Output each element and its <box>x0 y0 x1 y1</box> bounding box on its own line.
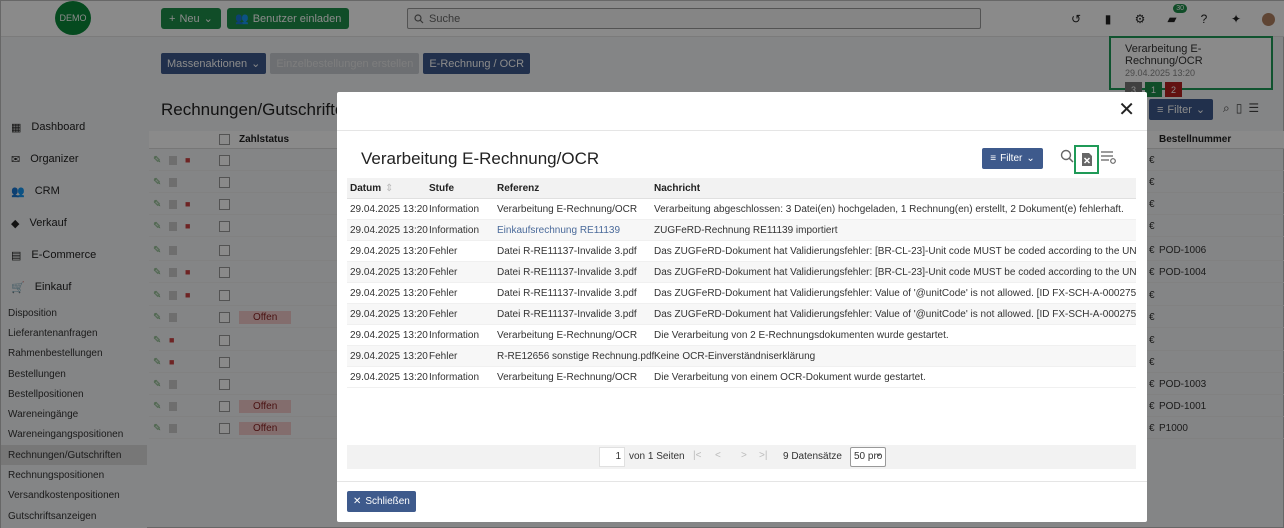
table-row[interactable]: 29.04.2025 13:20 Fehler R-RE12656 sonsti… <box>347 346 1136 367</box>
cell-referenz: R-RE12656 sonstige Rechnung.pdf <box>497 351 655 362</box>
table-row[interactable]: 29.04.2025 13:20 Fehler Datei R-RE11137-… <box>347 304 1136 325</box>
cell-stufe: Information <box>429 204 480 215</box>
log-table-header: Datum ⇕ Stufe Referenz Nachricht <box>347 178 1136 199</box>
cell-nachricht: Verarbeitung abgeschlossen: 3 Datei(en) … <box>654 204 1124 215</box>
table-row[interactable]: 29.04.2025 13:20 Information Einkaufsrec… <box>347 220 1136 241</box>
cell-referenz: Datei R-RE11137-Invalide 3.pdf <box>497 267 637 278</box>
column-nachricht[interactable]: Nachricht <box>654 183 700 194</box>
column-datum[interactable]: Datum <box>350 183 381 194</box>
cell-nachricht: Die Verarbeitung von 2 E-Rechnungsdokume… <box>654 330 949 341</box>
sort-icon[interactable]: ⇕ <box>385 183 393 194</box>
close-button-label: Schließen <box>365 496 410 507</box>
cell-nachricht: Das ZUGFeRD-Dokument hat Validierungsfeh… <box>654 246 1136 257</box>
prev-page-icon[interactable]: < <box>715 450 721 461</box>
table-row[interactable]: 29.04.2025 13:20 Information Verarbeitun… <box>347 367 1136 388</box>
log-table: Datum ⇕ Stufe Referenz Nachricht 29.04.2… <box>347 178 1136 470</box>
search-icon[interactable] <box>1060 149 1074 166</box>
chevron-down-icon: ⌄ <box>1026 153 1035 164</box>
cell-stufe: Fehler <box>429 288 458 299</box>
cell-stufe: Fehler <box>429 246 458 257</box>
cell-referenz: Verarbeitung E-Rechnung/OCR <box>497 372 638 383</box>
cell-datum: 29.04.2025 13:20 <box>350 288 428 299</box>
close-button[interactable]: ✕ Schließen <box>347 491 416 512</box>
dialog-filter-label: Filter <box>1000 153 1023 164</box>
table-row[interactable]: 29.04.2025 13:20 Information Verarbeitun… <box>347 199 1136 220</box>
cell-datum: 29.04.2025 13:20 <box>350 309 428 320</box>
cell-referenz: Verarbeitung E-Rechnung/OCR <box>497 204 638 215</box>
last-page-icon[interactable]: >| <box>759 450 767 461</box>
cell-nachricht: Das ZUGFeRD-Dokument hat Validierungsfeh… <box>654 288 1136 299</box>
cell-stufe: Information <box>429 330 480 341</box>
column-stufe[interactable]: Stufe <box>429 183 454 194</box>
invoice-link[interactable]: Einkaufsrechnung RE11139 <box>497 225 620 236</box>
close-icon[interactable]: ✕ <box>1118 100 1135 120</box>
cell-nachricht: Das ZUGFeRD-Dokument hat Validierungsfeh… <box>654 309 1136 320</box>
first-page-icon[interactable]: |< <box>693 450 701 461</box>
divider <box>337 481 1147 482</box>
filter-icon: ≡ <box>990 153 997 164</box>
cell-datum: 29.04.2025 13:20 <box>350 330 428 341</box>
next-page-icon[interactable]: > <box>741 450 747 461</box>
excel-export-icon[interactable] <box>1074 145 1099 174</box>
cell-datum: 29.04.2025 13:20 <box>350 204 428 215</box>
cell-datum: 29.04.2025 13:20 <box>350 372 428 383</box>
cell-stufe: Information <box>429 225 480 236</box>
cell-referenz: Datei R-RE11137-Invalide 3.pdf <box>497 309 637 320</box>
close-icon: ✕ <box>353 496 362 507</box>
cell-stufe: Fehler <box>429 351 458 362</box>
table-row[interactable]: 29.04.2025 13:20 Fehler Datei R-RE11137-… <box>347 241 1136 262</box>
dialog-title: Verarbeitung E-Rechnung/OCR <box>361 149 600 168</box>
divider <box>337 130 1147 131</box>
table-row[interactable]: 29.04.2025 13:20 Fehler Datei R-RE11137-… <box>347 262 1136 283</box>
cell-nachricht: ZUGFeRD-Rechnung RE11139 importiert <box>654 225 838 236</box>
cell-nachricht: Keine OCR-Einverständniserklärung <box>654 351 816 362</box>
column-referenz[interactable]: Referenz <box>497 183 539 194</box>
pagination-bar: 1 von 1 Seiten |< < > >| 9 Datensätze 50… <box>347 445 1136 469</box>
table-row[interactable]: 29.04.2025 13:20 Information Verarbeitun… <box>347 325 1136 346</box>
cell-nachricht: Die Verarbeitung von einem OCR-Dokument … <box>654 372 926 383</box>
cell-datum: 29.04.2025 13:20 <box>350 225 428 236</box>
cell-datum: 29.04.2025 13:20 <box>350 267 428 278</box>
cell-stufe: Fehler <box>429 309 458 320</box>
record-count: 9 Datensätze <box>783 451 842 462</box>
cell-referenz: Datei R-RE11137-Invalide 3.pdf <box>497 246 637 257</box>
processing-dialog: ✕ Verarbeitung E-Rechnung/OCR ≡ Filter ⌄… <box>337 92 1147 522</box>
table-row[interactable]: 29.04.2025 13:20 Fehler Datei R-RE11137-… <box>347 283 1136 304</box>
page-count-label: von 1 Seiten <box>629 451 685 462</box>
cell-referenz: Datei R-RE11137-Invalide 3.pdf <box>497 288 637 299</box>
page-number-input[interactable]: 1 <box>599 447 625 467</box>
cell-datum: 29.04.2025 13:20 <box>350 246 428 257</box>
cell-stufe: Information <box>429 372 480 383</box>
columns-icon[interactable] <box>1100 150 1116 167</box>
cell-datum: 29.04.2025 13:20 <box>350 351 428 362</box>
cell-nachricht: Das ZUGFeRD-Dokument hat Validierungsfeh… <box>654 267 1136 278</box>
dialog-filter-button[interactable]: ≡ Filter ⌄ <box>982 148 1043 169</box>
page-size-select[interactable]: 50 pro <box>850 445 886 467</box>
cell-referenz: Verarbeitung E-Rechnung/OCR <box>497 330 638 341</box>
cell-stufe: Fehler <box>429 267 458 278</box>
